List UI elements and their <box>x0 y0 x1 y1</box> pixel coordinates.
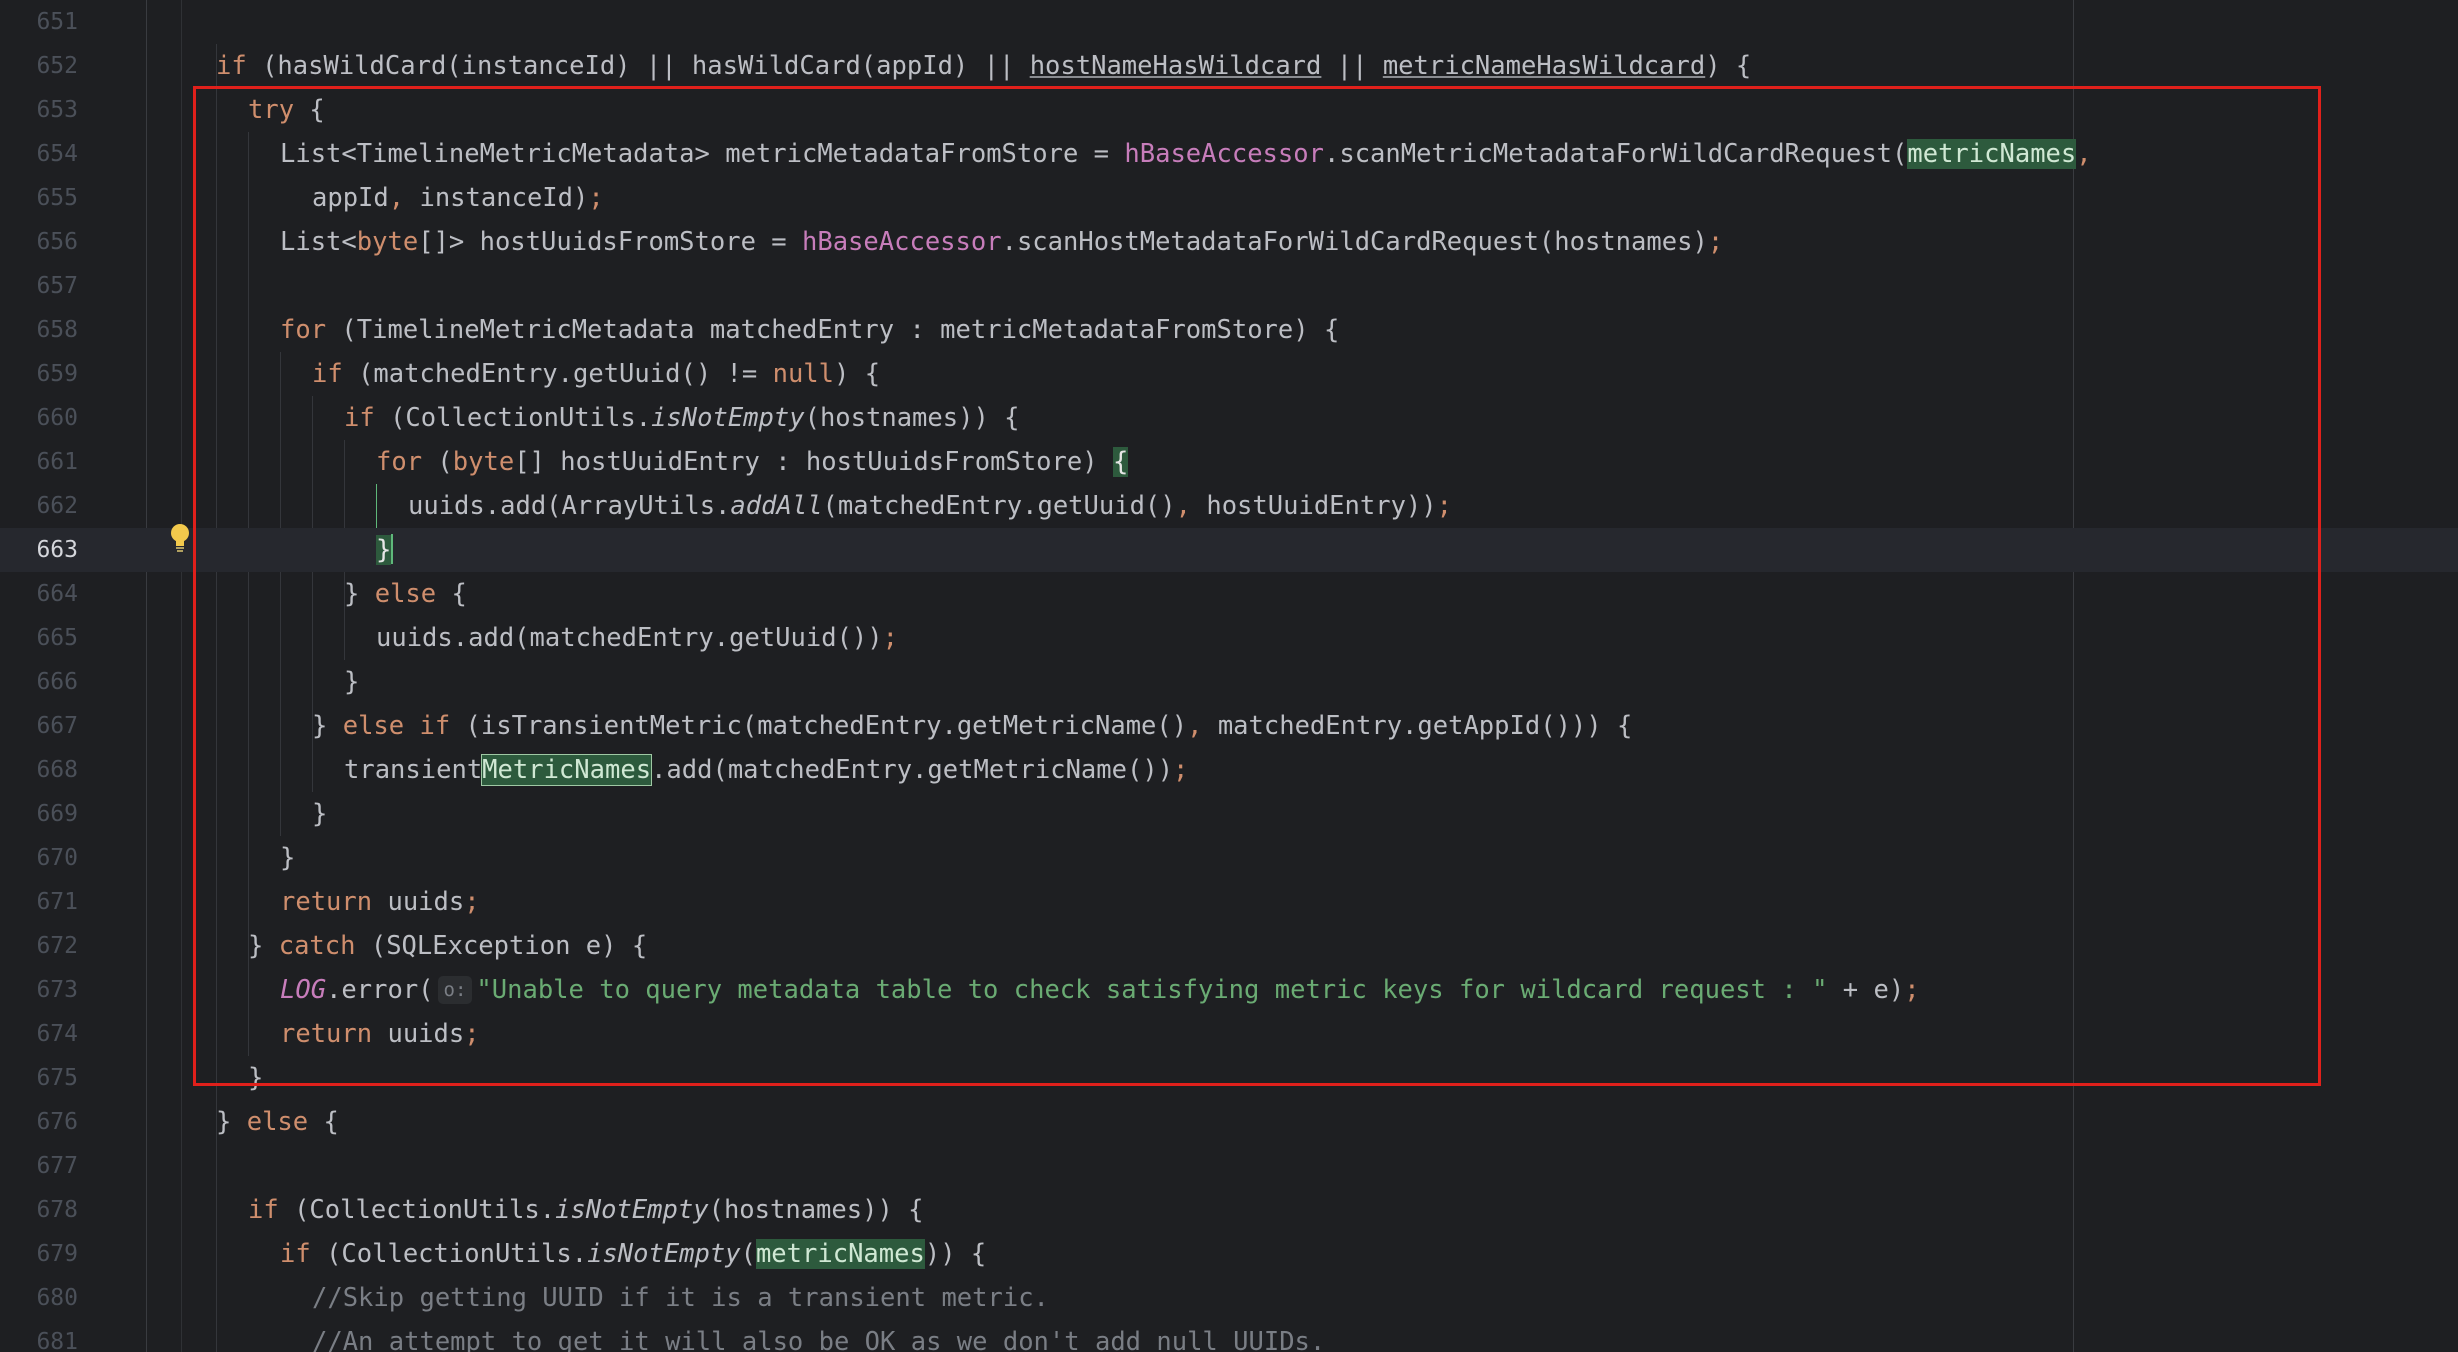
line-number: 661 <box>36 449 78 475</box>
line-number: 674 <box>36 1021 78 1047</box>
code-text: } <box>248 1063 264 1093</box>
code-line[interactable]: 656 List<byte[]> hostUuidsFromStore = hB… <box>0 220 2458 264</box>
code-text: } else { <box>344 579 467 609</box>
identifier-highlight: metricNames <box>755 1239 925 1269</box>
code-line[interactable]: 674 return uuids; <box>0 1012 2458 1056</box>
code-text: if (matchedEntry.getUuid() != null) { <box>312 359 881 389</box>
code-line[interactable]: 659 if (matchedEntry.getUuid() != null) … <box>0 352 2458 396</box>
code-text: for (byte[] hostUuidEntry : hostUuidsFro… <box>376 447 1129 477</box>
line-number: 659 <box>36 361 78 387</box>
code-line[interactable]: 664 } else { <box>0 572 2458 616</box>
code-text: uuids.add(matchedEntry.getUuid()); <box>376 623 898 653</box>
code-text: } else if (isTransientMetric(matchedEntr… <box>312 711 1633 741</box>
code-text: } <box>280 843 296 873</box>
line-number: 670 <box>36 845 78 871</box>
code-line[interactable]: 657 <box>0 264 2458 308</box>
code-line[interactable]: 678 if (CollectionUtils.isNotEmpty(hostn… <box>0 1188 2458 1232</box>
code-line[interactable]: 666 } <box>0 660 2458 704</box>
code-text: if (CollectionUtils.isNotEmpty(hostnames… <box>248 1195 924 1225</box>
code-line[interactable]: 672 } catch (SQLException e) { <box>0 924 2458 968</box>
code-line[interactable]: 680 //Skip getting UUID if it is a trans… <box>0 1276 2458 1320</box>
line-number: 671 <box>36 889 78 915</box>
matched-brace: } <box>376 535 392 565</box>
line-number: 666 <box>36 669 78 695</box>
code-comment: //An attempt to get it will also be OK a… <box>312 1327 1326 1352</box>
code-comment: //Skip getting UUID if it is a transient… <box>312 1283 1049 1313</box>
line-number: 681 <box>36 1329 78 1352</box>
code-line[interactable]: 677 <box>0 1144 2458 1188</box>
line-number: 655 <box>36 185 78 211</box>
code-line[interactable]: 669 } <box>0 792 2458 836</box>
code-text: if (CollectionUtils.isNotEmpty(hostnames… <box>344 403 1020 433</box>
line-number: 680 <box>36 1285 78 1311</box>
line-number: 657 <box>36 273 78 299</box>
code-text: } catch (SQLException e) { <box>248 931 648 961</box>
lightbulb-icon[interactable] <box>168 522 192 554</box>
code-text: } <box>344 667 360 697</box>
code-text: List<TimelineMetricMetadata> metricMetad… <box>280 139 2092 169</box>
line-number: 664 <box>36 581 78 607</box>
code-text: uuids.add(ArrayUtils.addAll(matchedEntry… <box>408 491 1452 521</box>
line-number: 652 <box>36 53 78 79</box>
line-number: 665 <box>36 625 78 651</box>
line-number: 660 <box>36 405 78 431</box>
code-line[interactable]: 671 return uuids; <box>0 880 2458 924</box>
code-text: LOG.error(o: "Unable to query metadata ta… <box>280 975 1920 1005</box>
code-line[interactable]: 653 try { <box>0 88 2458 132</box>
code-text: for (TimelineMetricMetadata matchedEntry… <box>280 315 1340 345</box>
code-line[interactable]: 651 <box>0 0 2458 44</box>
line-number: 673 <box>36 977 78 1003</box>
line-number: 675 <box>36 1065 78 1091</box>
matched-brace: { <box>1112 447 1129 477</box>
line-number: 662 <box>36 493 78 519</box>
code-text: try { <box>248 95 325 125</box>
identifier-highlight: metricNames <box>1907 139 2077 169</box>
code-text: } <box>376 528 394 572</box>
code-editor[interactable]: 651 652 if (hasWildCard(instanceId) || h… <box>0 0 2458 1352</box>
line-number: 667 <box>36 713 78 739</box>
code-line[interactable]: 658 for (TimelineMetricMetadata matchedE… <box>0 308 2458 352</box>
line-number: 658 <box>36 317 78 343</box>
code-text: transientMetricNames.add(matchedEntry.ge… <box>344 754 1189 786</box>
code-text: } else { <box>216 1107 339 1137</box>
code-line[interactable]: 673 LOG.error(o: "Unable to query metadat… <box>0 968 2458 1012</box>
code-line[interactable]: 660 if (CollectionUtils.isNotEmpty(hostn… <box>0 396 2458 440</box>
code-text: if (hasWildCard(instanceId) || hasWildCa… <box>216 51 1752 81</box>
code-line[interactable]: 679 if (CollectionUtils.isNotEmpty(metri… <box>0 1232 2458 1276</box>
code-line[interactable]: 652 if (hasWildCard(instanceId) || hasWi… <box>0 44 2458 88</box>
code-text: return uuids; <box>280 887 480 917</box>
code-line[interactable]: 681 //An attempt to get it will also be … <box>0 1320 2458 1352</box>
code-text: if (CollectionUtils.isNotEmpty(metricNam… <box>280 1239 987 1269</box>
code-line[interactable]: 667 } else if (isTransientMetric(matched… <box>0 704 2458 748</box>
line-number: 678 <box>36 1197 78 1223</box>
code-line[interactable]: 670 } <box>0 836 2458 880</box>
line-number: 679 <box>36 1241 78 1267</box>
line-number: 676 <box>36 1109 78 1135</box>
code-line[interactable]: 676 } else { <box>0 1100 2458 1144</box>
code-line[interactable]: 655 appId, instanceId); <box>0 176 2458 220</box>
code-line-current[interactable]: 663 } <box>0 528 2458 572</box>
line-number: 669 <box>36 801 78 827</box>
code-line[interactable]: 662 uuids.add(ArrayUtils.addAll(matchedE… <box>0 484 2458 528</box>
code-line[interactable]: 668 transientMetricNames.add(matchedEntr… <box>0 748 2458 792</box>
line-number: 663 <box>36 537 78 563</box>
code-line[interactable]: 661 for (byte[] hostUuidEntry : hostUuid… <box>0 440 2458 484</box>
line-number: 677 <box>36 1153 78 1179</box>
code-text: List<byte[]> hostUuidsFromStore = hBaseA… <box>280 227 1724 257</box>
code-line[interactable]: 654 List<TimelineMetricMetadata> metricM… <box>0 132 2458 176</box>
line-number: 651 <box>36 9 78 35</box>
line-number: 653 <box>36 97 78 123</box>
line-number: 668 <box>36 757 78 783</box>
code-text: appId, instanceId); <box>312 183 604 213</box>
line-number: 672 <box>36 933 78 959</box>
identifier-highlight: MetricNames <box>481 754 653 786</box>
code-line[interactable]: 665 uuids.add(matchedEntry.getUuid()); <box>0 616 2458 660</box>
code-text: } <box>312 799 328 829</box>
code-line[interactable]: 675 } <box>0 1056 2458 1100</box>
line-number: 656 <box>36 229 78 255</box>
code-text: return uuids; <box>280 1019 480 1049</box>
parameter-hint: o: <box>437 976 473 1004</box>
line-number: 654 <box>36 141 78 167</box>
text-caret <box>391 534 394 564</box>
